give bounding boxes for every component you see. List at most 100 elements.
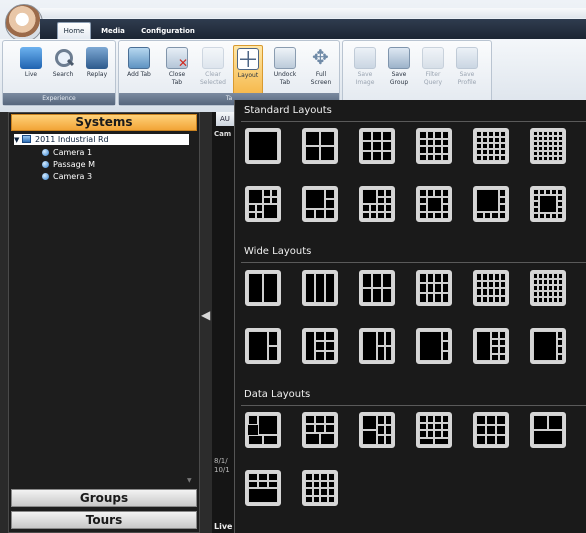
tours-button[interactable]: Tours xyxy=(11,511,197,529)
layout-tile-w7[interactable] xyxy=(530,270,566,306)
layout-cell xyxy=(377,435,385,445)
layout-cell xyxy=(305,331,315,361)
layout-tile-p5[interactable] xyxy=(473,186,509,222)
layout-tile-q4[interactable] xyxy=(416,328,452,364)
systems-header[interactable]: Systems xyxy=(11,114,197,131)
groups-button[interactable]: Groups xyxy=(11,489,197,507)
close-tab-button[interactable]: Close Tab xyxy=(163,45,191,95)
layout-cell xyxy=(382,151,392,161)
layout-cell xyxy=(426,422,434,430)
layout-cell xyxy=(325,199,335,209)
layout-cell xyxy=(372,288,382,303)
full-screen-label: Full Screen xyxy=(310,71,332,86)
layout-cell xyxy=(268,473,278,481)
layout-tile-w3[interactable] xyxy=(302,270,338,306)
layout-tile-q1[interactable] xyxy=(245,328,281,364)
layout-cell xyxy=(325,351,335,361)
scroll-down-icon[interactable]: ▼ xyxy=(187,477,192,484)
clear-selected-button[interactable]: Clear Selected xyxy=(199,45,227,95)
title-bar xyxy=(40,8,586,18)
layout-cell xyxy=(486,425,496,435)
layout-tile-w2[interactable] xyxy=(245,270,281,306)
live-button[interactable]: Live xyxy=(17,45,45,95)
layout-cell xyxy=(258,480,268,488)
layout-tile-p6[interactable] xyxy=(530,186,566,222)
layout-cell xyxy=(498,204,506,212)
layout-tile-g1[interactable] xyxy=(245,128,281,164)
save-image-button[interactable]: Save Image xyxy=(351,45,379,95)
layout-cell xyxy=(305,189,325,209)
layout-cell xyxy=(539,195,557,213)
site-label: 2011 Industrial Rd xyxy=(35,135,109,144)
layout-tile-q6[interactable] xyxy=(530,328,566,364)
tree-site-node[interactable]: ▼ 2011 Industrial Rd xyxy=(14,134,189,145)
app-menu-orb-icon[interactable] xyxy=(5,4,43,42)
layout-tile-d6[interactable] xyxy=(530,412,566,448)
layout-tile-p1[interactable] xyxy=(245,186,281,222)
layout-cell xyxy=(419,331,442,361)
layout-cell xyxy=(382,288,392,303)
save-profile-button[interactable]: Save Profile xyxy=(453,45,481,95)
layout-cell xyxy=(498,211,506,219)
layout-cell xyxy=(384,211,392,219)
layout-tile-d1[interactable] xyxy=(245,412,281,448)
tree-camera-1[interactable]: Camera 1 xyxy=(42,147,92,158)
search-button[interactable]: Search xyxy=(49,45,77,95)
layout-cell xyxy=(325,209,335,219)
layout-cell xyxy=(434,138,442,146)
layout-tile-d8[interactable] xyxy=(302,470,338,506)
layout-tile-d3[interactable] xyxy=(359,412,395,448)
layout-tile-d2[interactable] xyxy=(302,412,338,448)
layout-cell xyxy=(377,196,385,204)
full-screen-button[interactable]: Full Screen xyxy=(307,45,335,95)
computer-icon xyxy=(22,135,31,143)
close-tab-label: Close Tab xyxy=(168,71,186,86)
layout-cell xyxy=(441,351,449,361)
save-image-label: Save Image xyxy=(355,71,375,86)
layout-tile-q2[interactable] xyxy=(302,328,338,364)
layout-tile-w5[interactable] xyxy=(416,270,452,306)
layout-tile-d4[interactable] xyxy=(416,412,452,448)
layout-button[interactable]: Layout xyxy=(233,45,263,95)
layout-cell xyxy=(384,331,392,346)
panel-splitter[interactable]: ◀ xyxy=(200,112,212,533)
layout-tile-p4[interactable] xyxy=(416,186,452,222)
tab-media[interactable]: Media xyxy=(96,22,130,39)
layout-tile-g2[interactable] xyxy=(302,128,338,164)
layout-cell xyxy=(362,151,372,161)
layout-cell xyxy=(557,207,563,213)
tab-configuration[interactable]: Configuration xyxy=(138,22,198,39)
tab-home[interactable]: Home xyxy=(57,22,91,39)
undock-tab-button[interactable]: Undock Tab xyxy=(271,45,299,95)
layout-cell xyxy=(325,189,335,199)
layout-tile-q3[interactable] xyxy=(359,328,395,364)
layout-picker-popup: Standard Layouts Wide Layouts Data Layou… xyxy=(234,100,586,533)
layout-tile-w6[interactable] xyxy=(473,270,509,306)
layout-cell xyxy=(426,189,434,197)
save-group-label: Save Group xyxy=(389,71,409,86)
collapse-arrow-icon[interactable]: ◀ xyxy=(201,308,210,322)
replay-button[interactable]: Replay xyxy=(83,45,111,95)
layout-tile-d7[interactable] xyxy=(245,470,281,506)
layout-tile-g4[interactable] xyxy=(416,128,452,164)
layout-cell xyxy=(557,213,563,219)
expand-triangle-icon[interactable]: ▼ xyxy=(14,135,22,146)
layout-tile-g3[interactable] xyxy=(359,128,395,164)
layout-tile-d5[interactable] xyxy=(473,412,509,448)
layout-tile-g6[interactable] xyxy=(530,128,566,164)
save-group-button[interactable]: Save Group xyxy=(385,45,413,95)
tree-camera-3[interactable]: Camera 3 xyxy=(42,171,92,182)
layout-tile-q5[interactable] xyxy=(473,328,509,364)
layout-tile-p2[interactable] xyxy=(302,186,338,222)
layout-cell xyxy=(419,153,427,161)
layout-cell xyxy=(362,131,372,141)
layout-tile-w4[interactable] xyxy=(359,270,395,306)
layout-cell xyxy=(476,435,486,445)
layout-tile-g5[interactable] xyxy=(473,128,509,164)
layout-tile-p3[interactable] xyxy=(359,186,395,222)
filter-query-button[interactable]: Filter Query xyxy=(419,45,447,95)
layout-cell xyxy=(384,435,392,445)
add-tab-button[interactable]: Add Tab xyxy=(125,45,153,95)
tree-camera-2[interactable]: Passage M xyxy=(42,159,95,170)
layout-cell xyxy=(320,488,328,496)
